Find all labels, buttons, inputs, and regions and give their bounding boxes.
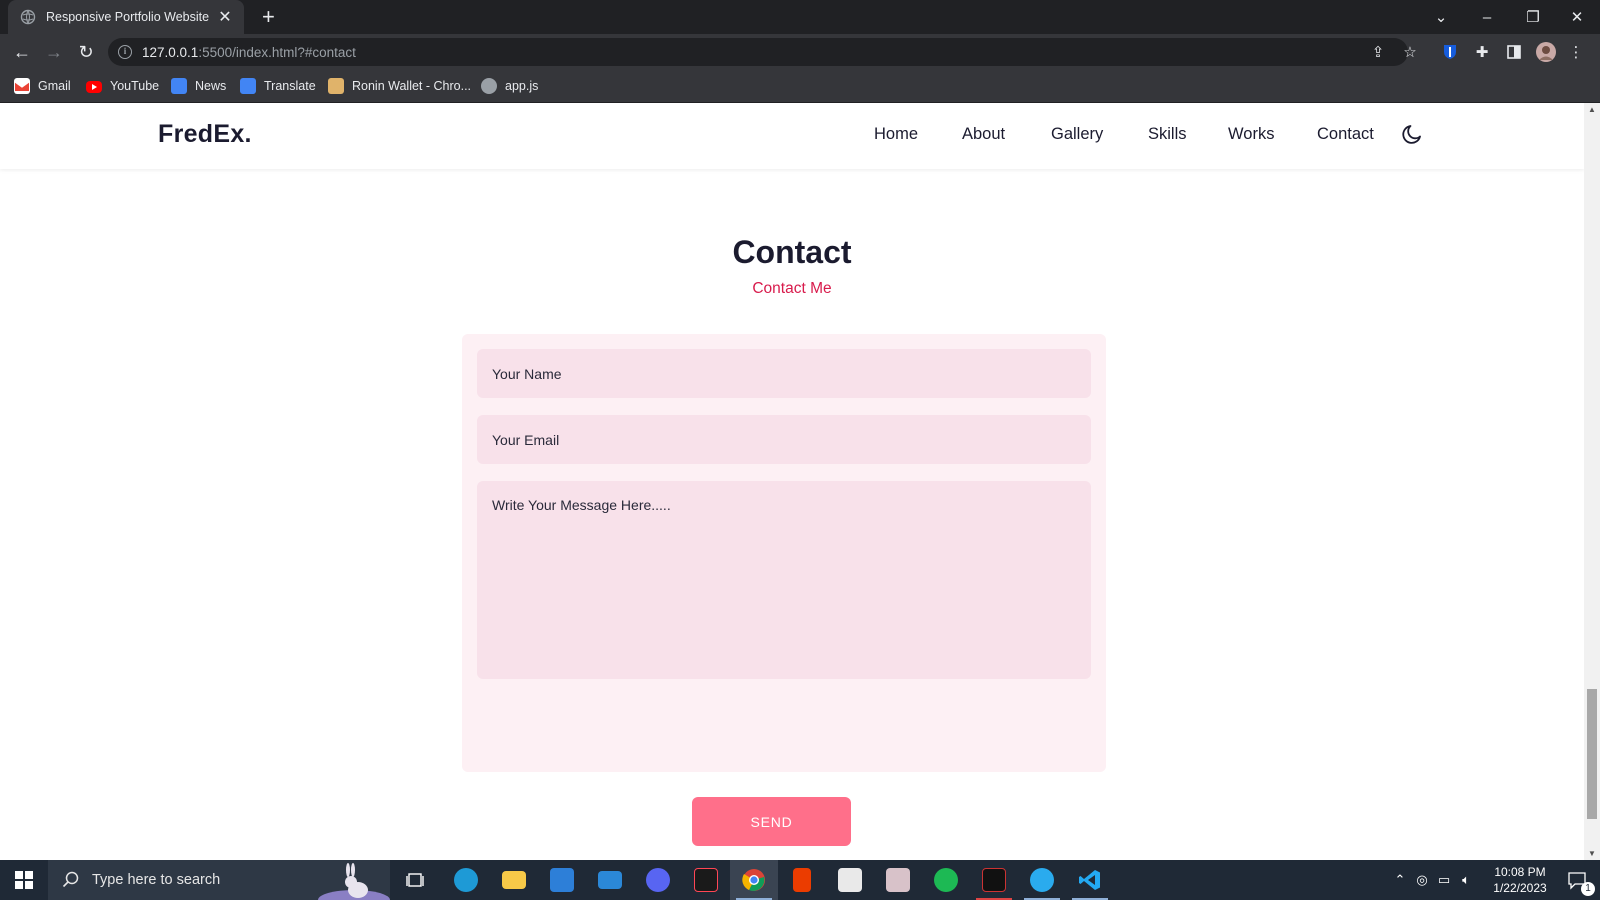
section-title: Contact xyxy=(732,234,852,270)
contact-form: SEND xyxy=(462,334,1106,846)
restore-icon[interactable]: ❐ xyxy=(1510,0,1556,34)
notification-center-icon[interactable]: 1 xyxy=(1560,860,1595,900)
site-header: FredEx. Home About Gallery Skills Works … xyxy=(0,103,1584,169)
bookmark-gmail[interactable]: Gmail xyxy=(14,77,71,95)
tab-search-icon[interactable]: ⌄ xyxy=(1418,0,1464,34)
nav-skills[interactable]: Skills xyxy=(1148,125,1187,144)
browser-toolbar: ← → ↻ i 127.0.0.1:5500/index.html?#conta… xyxy=(0,34,1600,70)
volume-icon[interactable]: 🔈︎ xyxy=(1456,860,1476,900)
valorant-icon[interactable] xyxy=(682,860,730,900)
clock-time: 10:08 PM xyxy=(1494,865,1546,879)
windows-start-icon[interactable] xyxy=(0,860,48,900)
section-subtitle: Contact Me xyxy=(752,280,832,297)
bookmark-app-js[interactable]: app.js xyxy=(481,77,538,95)
url-path: :5500/index.html?#contact xyxy=(198,44,356,60)
office-icon[interactable] xyxy=(778,860,826,900)
system-clock[interactable]: 10:08 PM 1/22/2023 xyxy=(1480,864,1560,896)
close-window-icon[interactable]: ✕ xyxy=(1554,0,1600,34)
message-textarea[interactable] xyxy=(477,481,1091,679)
task-view-icon[interactable] xyxy=(392,860,440,900)
windows-taskbar: Type here to search ⌃ ◎ ▭ 🔈︎ 10:08 PM 1/… xyxy=(0,860,1600,900)
profile-avatar[interactable] xyxy=(1536,42,1556,62)
name-input[interactable] xyxy=(477,349,1091,398)
translate-icon xyxy=(240,78,256,94)
bookmark-news[interactable]: News xyxy=(171,77,226,95)
page-viewport: FredEx. Home About Gallery Skills Works … xyxy=(0,103,1584,860)
back-icon[interactable]: ← xyxy=(10,40,34,64)
network-icon[interactable]: ▭ xyxy=(1434,860,1454,900)
forward-icon[interactable]: → xyxy=(42,40,66,64)
youtube-icon xyxy=(86,81,102,93)
tab-title: Responsive Portfolio Website xyxy=(46,10,210,24)
more-menu-icon[interactable]: ⋮ xyxy=(1566,42,1586,62)
minimize-icon[interactable]: – xyxy=(1464,0,1510,34)
chrome-icon[interactable] xyxy=(730,860,778,900)
globe-icon xyxy=(481,78,497,94)
email-input[interactable] xyxy=(477,415,1091,464)
nav-about[interactable]: About xyxy=(962,125,1005,144)
reload-icon[interactable]: ↻ xyxy=(74,40,98,64)
mail-icon[interactable] xyxy=(586,860,634,900)
taskbar-search-box[interactable]: Type here to search xyxy=(48,860,390,900)
share-icon[interactable]: ⇪ xyxy=(1368,42,1388,62)
bookmark-star-icon[interactable]: ☆ xyxy=(1400,42,1420,62)
address-bar[interactable]: i 127.0.0.1:5500/index.html?#contact xyxy=(108,38,1408,66)
tray-overflow-icon[interactable]: ⌃ xyxy=(1390,860,1410,900)
url-host: 127.0.0.1 xyxy=(142,44,199,60)
bookmark-ronin-wallet[interactable]: Ronin Wallet - Chro... xyxy=(328,77,471,95)
browser-tab-strip: Responsive Portfolio Website ✕ + ⌄ – ❐ ✕ xyxy=(0,0,1600,34)
new-tab-button[interactable]: + xyxy=(262,6,275,28)
site-info-icon[interactable]: i xyxy=(118,45,132,59)
search-placeholder: Type here to search xyxy=(92,872,221,888)
bitwarden-extension-icon[interactable] xyxy=(1440,42,1460,62)
search-icon xyxy=(62,871,79,888)
game2-icon[interactable] xyxy=(970,860,1018,900)
extensions-puzzle-icon[interactable]: ✚ xyxy=(1472,42,1492,62)
browser-tab[interactable]: Responsive Portfolio Website ✕ xyxy=(8,0,244,34)
nav-gallery[interactable]: Gallery xyxy=(1051,125,1103,144)
scroll-down-icon[interactable]: ▼ xyxy=(1584,849,1600,858)
scrollbar-thumb[interactable] xyxy=(1587,689,1597,819)
nav-home[interactable]: Home xyxy=(874,125,918,144)
site-logo[interactable]: FredEx. xyxy=(158,120,252,149)
close-tab-icon[interactable]: ✕ xyxy=(216,7,234,27)
send-button[interactable]: SEND xyxy=(692,797,851,846)
vscode-icon[interactable] xyxy=(1066,860,1114,900)
nav-contact[interactable]: Contact xyxy=(1317,125,1374,144)
moon-icon[interactable] xyxy=(1400,122,1424,146)
gmail-icon xyxy=(14,78,30,94)
bookmark-translate[interactable]: Translate xyxy=(240,77,316,95)
globe-icon xyxy=(20,9,36,25)
bookmark-youtube[interactable]: YouTube xyxy=(86,77,159,95)
news-icon xyxy=(171,78,187,94)
tray-app-icon[interactable]: ◎ xyxy=(1412,860,1432,900)
discord-icon[interactable] xyxy=(634,860,682,900)
ronin-icon xyxy=(328,78,344,94)
anime-app-icon[interactable] xyxy=(874,860,922,900)
game-icon[interactable] xyxy=(826,860,874,900)
scroll-up-icon[interactable]: ▲ xyxy=(1584,105,1600,114)
bunny-illustration-icon xyxy=(318,863,390,900)
bookmarks-bar: Gmail YouTube News Translate Ronin Walle… xyxy=(0,70,1600,103)
spotify-icon[interactable] xyxy=(922,860,970,900)
side-panel-icon[interactable] xyxy=(1504,42,1524,62)
clock-date: 1/22/2023 xyxy=(1493,881,1547,895)
file-explorer-icon[interactable] xyxy=(490,860,538,900)
page-scrollbar[interactable]: ▲ ▼ xyxy=(1584,103,1600,860)
notification-badge: 1 xyxy=(1581,882,1595,896)
edge-icon[interactable] xyxy=(442,860,490,900)
store-icon[interactable] xyxy=(538,860,586,900)
telegram-icon[interactable] xyxy=(1018,860,1066,900)
nav-works[interactable]: Works xyxy=(1228,125,1274,144)
